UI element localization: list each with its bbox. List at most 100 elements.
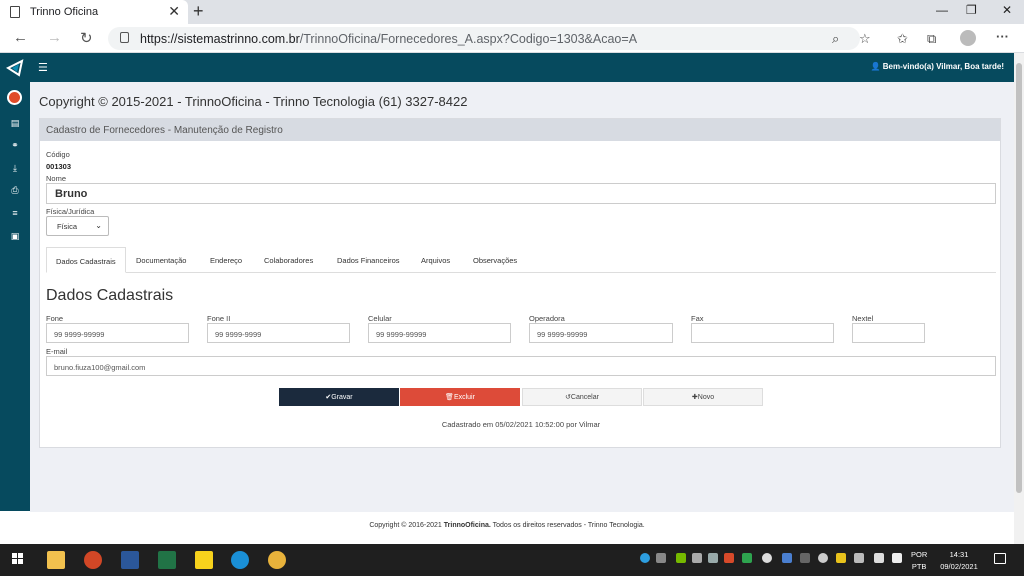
tab-arquivos[interactable]: Arquivos xyxy=(421,247,450,273)
hamburger-icon[interactable]: ☰ xyxy=(38,61,48,74)
tray-battery-icon[interactable] xyxy=(854,553,864,563)
card-title: Cadastro de Fornecedores - Manutenção de… xyxy=(40,119,1000,141)
tray-shield-icon[interactable] xyxy=(836,553,846,563)
tipo-select[interactable]: Física ⌄ xyxy=(46,216,109,236)
new-tab-icon[interactable]: + xyxy=(193,1,204,22)
back-icon[interactable]: ← xyxy=(13,29,28,46)
clock[interactable]: 14:31 09/02/2021 xyxy=(939,549,979,573)
clock-time: 14:31 xyxy=(949,550,969,559)
excel-icon[interactable] xyxy=(158,551,176,569)
download-icon[interactable]: ⤓ xyxy=(10,163,20,174)
maximize-icon[interactable]: ❐ xyxy=(966,3,977,17)
nextel-label: Nextel xyxy=(852,314,874,323)
cancelar-label: Cancelar xyxy=(570,393,599,401)
operadora-input[interactable]: 99 9999-99999 xyxy=(529,323,673,343)
window-close-icon[interactable]: ✕ xyxy=(1002,3,1012,17)
tray-update-icon[interactable] xyxy=(708,553,718,563)
fone2-label: Fone II xyxy=(207,314,231,323)
scrollbar-thumb[interactable] xyxy=(1016,63,1022,493)
word-icon[interactable] xyxy=(121,551,139,569)
tray-settings-icon[interactable] xyxy=(656,553,666,563)
tray-display-icon[interactable] xyxy=(874,553,884,563)
excluir-button[interactable]: 🗑 Excluir xyxy=(400,388,520,406)
lang-line1: POR xyxy=(911,550,928,559)
celular-label: Celular xyxy=(368,314,392,323)
profile-avatar[interactable] xyxy=(960,30,976,46)
edge-icon[interactable] xyxy=(231,551,249,569)
footer: Copyright © 2016-2021 TrinnoOficina. Tod… xyxy=(0,512,1014,544)
tray-network-app-icon[interactable] xyxy=(782,553,792,563)
powerpoint-icon[interactable] xyxy=(84,551,102,569)
tab-dados-cadastrais[interactable]: Dados Cadastrais xyxy=(46,247,126,273)
language-indicator[interactable]: POR PTB xyxy=(911,549,927,573)
fone-input[interactable]: 99 9999-99999 xyxy=(46,323,189,343)
forward-icon[interactable]: → xyxy=(47,29,62,46)
nome-input[interactable]: Bruno xyxy=(46,183,996,204)
tab-documentacao[interactable]: Documentação xyxy=(136,247,186,273)
logo-icon[interactable] xyxy=(0,53,30,82)
tab-endereco[interactable]: Endereço xyxy=(210,247,242,273)
tray-tool-icon[interactable] xyxy=(692,553,702,563)
gravar-label: Gravar xyxy=(331,393,353,401)
collections-icon[interactable]: ⧉ xyxy=(927,31,936,47)
page-icon xyxy=(10,6,20,18)
list-icon[interactable]: ≡ xyxy=(10,208,20,218)
tab-observacoes[interactable]: Observações xyxy=(473,247,517,273)
codigo-label: Código xyxy=(46,150,70,159)
reload-icon[interactable]: ↻ xyxy=(80,29,93,47)
welcome-text[interactable]: 👤 Bem-vindo(a) Vilmar, Boa tarde! xyxy=(871,62,1004,71)
tray-nvidia-icon[interactable] xyxy=(676,553,686,563)
cancelar-button[interactable]: ↺ Cancelar xyxy=(522,388,642,406)
clock-date: 09/02/2021 xyxy=(940,562,978,571)
page-title: Copyright © 2015-2021 - TrinnoOficina - … xyxy=(39,94,468,109)
novo-label: Novo xyxy=(697,393,715,401)
tray-app-icon[interactable] xyxy=(640,553,650,563)
tray-drive-icon[interactable] xyxy=(742,553,752,563)
section-title: Dados Cadastrais xyxy=(46,287,174,304)
favorite-icon[interactable]: ☆ xyxy=(859,31,871,47)
fone-label: Fone xyxy=(46,314,64,323)
email-input[interactable]: bruno.fiuza100@gmail.com xyxy=(46,356,996,376)
top-navbar xyxy=(0,53,1014,82)
notification-icon[interactable] xyxy=(994,553,1006,564)
tray-cloud-icon[interactable] xyxy=(762,553,772,563)
volume-icon[interactable] xyxy=(892,553,902,563)
footer-brand: TrinnoOficina. xyxy=(443,522,491,529)
fax-input[interactable] xyxy=(691,323,834,343)
nextel-input[interactable] xyxy=(852,323,925,343)
taskbar xyxy=(0,544,1024,576)
chrome-icon[interactable] xyxy=(268,551,286,569)
minimize-icon[interactable]: — xyxy=(936,3,948,17)
fone2-input[interactable]: 99 9999-9999 xyxy=(207,323,350,343)
menu-icon[interactable]: ··· xyxy=(996,29,1009,44)
windows-start-icon[interactable] xyxy=(12,553,24,565)
fax-label: Fax xyxy=(691,314,704,323)
close-tab-icon[interactable]: ✕ xyxy=(168,3,180,20)
cadastro-info: Cadastrado em 05/02/2021 10:52:00 por Vi… xyxy=(441,420,601,429)
tab-dados-financeiros[interactable]: Dados Financeiros xyxy=(337,247,400,273)
database-icon[interactable]: ▤ xyxy=(10,118,20,129)
file-explorer-icon[interactable] xyxy=(47,551,65,569)
user-icon: 👤 xyxy=(870,62,883,71)
sticky-notes-icon[interactable] xyxy=(195,551,213,569)
zoom-icon[interactable]: ⌕ xyxy=(832,31,839,47)
url-field[interactable]: https://sistemastrinno.com.br/TrinnoOfic… xyxy=(108,27,860,50)
browser-tab[interactable]: Trinno Oficina ✕ xyxy=(0,0,188,24)
scrollbar[interactable] xyxy=(1014,53,1024,544)
tray-antivirus-icon[interactable] xyxy=(724,553,734,563)
tab-strip: Dados Cadastrais Documentação Endereço C… xyxy=(46,247,996,273)
favorites-bar-icon[interactable]: ✩ xyxy=(897,31,908,47)
print-icon[interactable]: ⎙ xyxy=(10,185,20,196)
calculator-icon[interactable]: ▣ xyxy=(10,231,20,242)
tab-colaboradores[interactable]: Colaboradores xyxy=(264,247,313,273)
tray-s-icon[interactable] xyxy=(818,553,828,563)
share-icon[interactable]: ⚭ xyxy=(10,140,20,151)
novo-button[interactable]: ✚ Novo xyxy=(643,388,763,406)
lang-line2: PTB xyxy=(911,562,927,571)
footer-prefix: Copyright © 2016-2021 xyxy=(369,522,444,529)
gravar-button[interactable]: ✔ Gravar xyxy=(279,388,399,406)
tray-usb-icon[interactable] xyxy=(800,553,810,563)
operadora-label: Operadora xyxy=(529,314,565,323)
celular-input[interactable]: 99 9999-99999 xyxy=(368,323,511,343)
user-circle-icon[interactable] xyxy=(7,90,22,105)
